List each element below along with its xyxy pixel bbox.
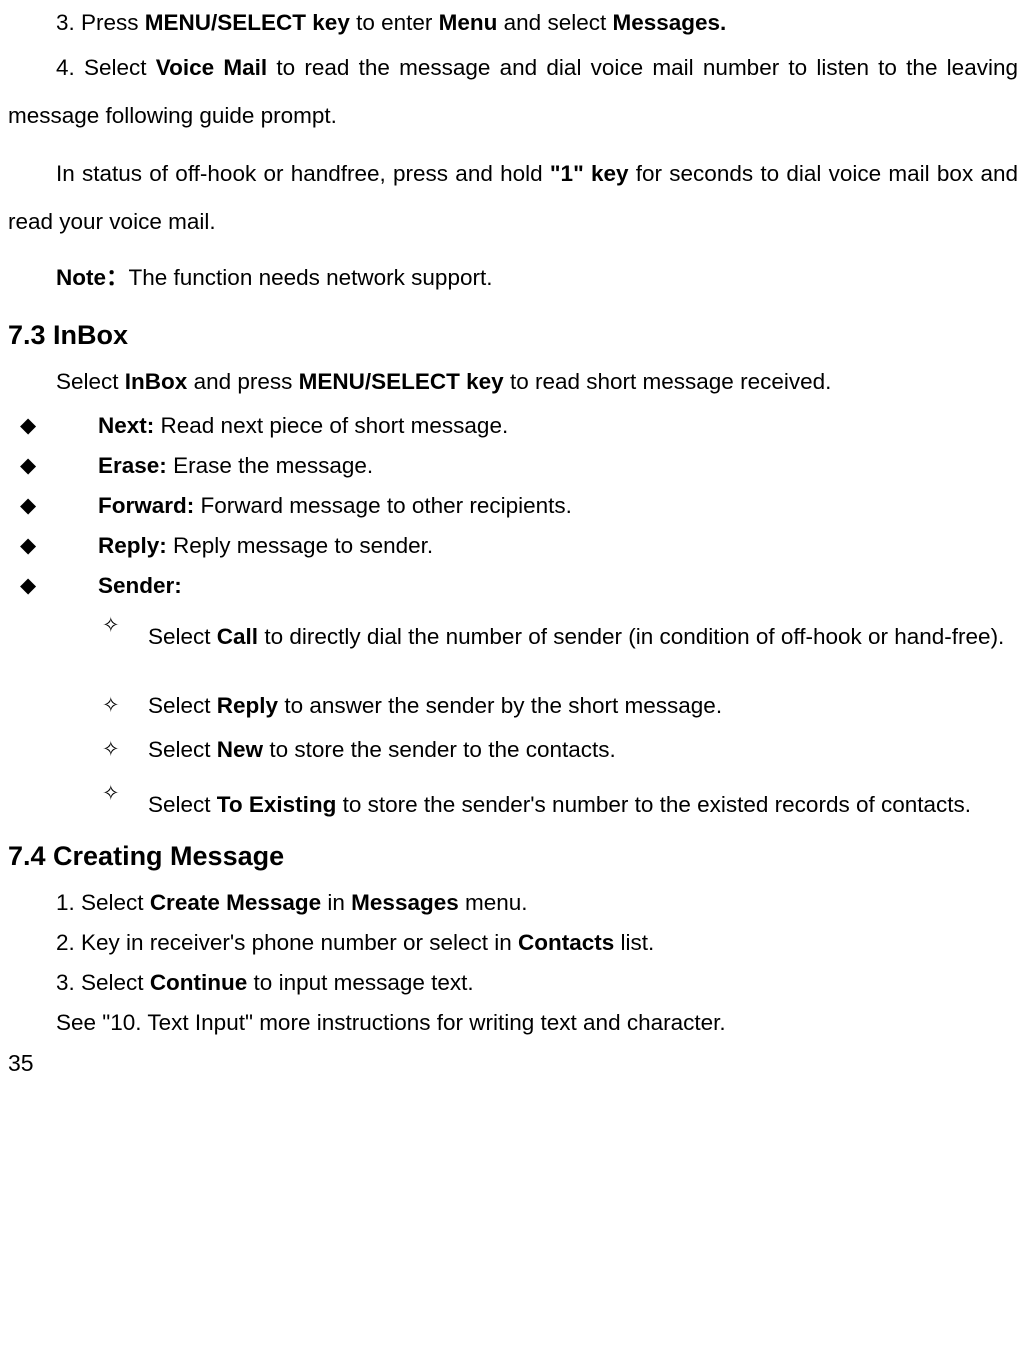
create-step-2: 2. Key in receiver's phone number or sel…: [8, 930, 1018, 956]
inbox-select-line: Select InBox and press MENU/SELECT key t…: [8, 369, 1018, 395]
diamond-outline-icon: ✧: [8, 781, 148, 807]
bold-text: InBox: [125, 369, 188, 394]
text: and press: [187, 369, 298, 394]
option-label: Sender:: [98, 573, 182, 598]
diamond-outline-icon: ✧: [8, 613, 148, 639]
see-ref: See "10. Text Input" more instructions f…: [8, 1010, 1018, 1036]
heading-7-3: 7.3 InBox: [8, 320, 1018, 351]
sender-reply: ✧ Select Reply to answer the sender by t…: [8, 693, 1018, 719]
option-next: ◆ Next: Read next piece of short message…: [8, 413, 1018, 439]
option-text: Read next piece of short message.: [161, 413, 509, 438]
sender-call: ✧ Select Call to directly dial the numbe…: [8, 613, 1018, 661]
text: to enter: [350, 10, 439, 35]
heading-7-4: 7.4 Creating Message: [8, 841, 1018, 872]
option-reply: ◆ Reply: Reply message to sender.: [8, 533, 1018, 559]
text: to answer the sender by the short messag…: [278, 693, 722, 718]
bold-text: Messages.: [612, 10, 726, 35]
option-forward: ◆ Forward: Forward message to other reci…: [8, 493, 1018, 519]
text: Select: [148, 792, 217, 817]
diamond-outline-icon: ✧: [8, 693, 148, 719]
create-step-1: 1. Select Create Message in Messages men…: [8, 890, 1018, 916]
text: to store the sender to the contacts.: [263, 737, 616, 762]
sender-options: ✧ Select Call to directly dial the numbe…: [8, 613, 1018, 829]
create-step-3: 3. Select Continue to input message text…: [8, 970, 1018, 996]
text: and select: [497, 10, 612, 35]
note-text: The function needs network support.: [129, 265, 493, 290]
bold-text: Menu: [439, 10, 498, 35]
option-text: Reply message to sender.: [173, 533, 433, 558]
step-4: 4. Select Voice Mail to read the message…: [8, 44, 1018, 140]
bold-text: Contacts: [518, 930, 614, 955]
option-text: Erase the message.: [173, 453, 373, 478]
text: Select: [148, 693, 217, 718]
option-label: Forward:: [98, 493, 201, 518]
text: 2. Key in receiver's phone number or sel…: [56, 930, 518, 955]
diamond-filled-icon: ◆: [8, 573, 98, 599]
diamond-filled-icon: ◆: [8, 493, 98, 519]
diamond-outline-icon: ✧: [8, 737, 148, 763]
diamond-filled-icon: ◆: [8, 533, 98, 559]
note: Note：The function needs network support.: [8, 260, 1018, 292]
text: to directly dial the number of sender (i…: [258, 624, 1004, 649]
text: Select: [56, 369, 125, 394]
text: in: [321, 890, 351, 915]
bold-text: To Existing: [217, 792, 337, 817]
text: 3. Select: [56, 970, 150, 995]
inbox-options: ◆ Next: Read next piece of short message…: [8, 413, 1018, 599]
bold-text: MENU/SELECT key: [145, 10, 350, 35]
text: 4. Select: [56, 55, 156, 80]
bold-text: New: [217, 737, 263, 762]
text: to input message text.: [247, 970, 473, 995]
option-label: Erase:: [98, 453, 173, 478]
hold-key-instruction: In status of off-hook or handfree, press…: [8, 150, 1018, 246]
text: Select: [148, 737, 217, 762]
creating-message-steps: 1. Select Create Message in Messages men…: [8, 890, 1018, 1036]
text: 1. Select: [56, 890, 150, 915]
text: 3. Press: [56, 10, 145, 35]
page-number: 35: [8, 1050, 1018, 1077]
diamond-filled-icon: ◆: [8, 413, 98, 439]
bold-text: "1" key: [550, 161, 629, 186]
option-label: Reply:: [98, 533, 173, 558]
diamond-filled-icon: ◆: [8, 453, 98, 479]
sender-to-existing: ✧ Select To Existing to store the sender…: [8, 781, 1018, 829]
bold-text: Voice Mail: [156, 55, 267, 80]
text: menu.: [459, 890, 528, 915]
step-3: 3. Press MENU/SELECT key to enter Menu a…: [8, 10, 1018, 36]
bold-text: Create Message: [150, 890, 321, 915]
bold-text: Call: [217, 624, 258, 649]
option-sender: ◆ Sender:: [8, 573, 1018, 599]
option-erase: ◆ Erase: Erase the message.: [8, 453, 1018, 479]
text: list.: [614, 930, 654, 955]
option-text: Forward message to other recipients.: [201, 493, 572, 518]
note-label: Note：: [56, 265, 129, 290]
text: In status of off-hook or handfree, press…: [56, 161, 550, 186]
text: Select: [148, 624, 217, 649]
text: to read short message received.: [504, 369, 832, 394]
bold-text: Messages: [351, 890, 459, 915]
text: to store the sender's number to the exis…: [336, 792, 971, 817]
option-label: Next:: [98, 413, 161, 438]
bold-text: Reply: [217, 693, 278, 718]
bold-text: MENU/SELECT key: [299, 369, 504, 394]
sender-new: ✧ Select New to store the sender to the …: [8, 737, 1018, 763]
bold-text: Continue: [150, 970, 247, 995]
